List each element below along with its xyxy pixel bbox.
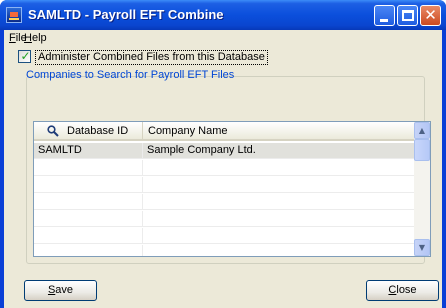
scroll-up-button[interactable]: ▲ xyxy=(414,122,430,139)
payroll-app-icon[interactable] xyxy=(6,7,22,23)
cell-database-id[interactable] xyxy=(34,211,143,227)
grid-vertical-scrollbar[interactable]: ▲ ▼ xyxy=(414,122,430,256)
cell-company-name[interactable] xyxy=(143,177,414,193)
table-row[interactable]: SAMLTD Sample Company Ltd. xyxy=(34,143,414,159)
maximize-button[interactable] xyxy=(397,5,418,26)
administer-checkbox-label[interactable]: Administer Combined Files from this Data… xyxy=(35,50,268,65)
table-row[interactable] xyxy=(34,194,414,210)
cell-database-id[interactable]: SAMLTD xyxy=(34,143,143,159)
minimize-button[interactable] xyxy=(374,5,395,26)
maximize-icon xyxy=(402,10,414,21)
cell-database-id[interactable] xyxy=(34,177,143,193)
grid-header: Database ID Company Name xyxy=(34,122,414,141)
companies-grid[interactable]: Database ID Company Name SAMLTD Sample C… xyxy=(33,121,431,257)
table-row[interactable] xyxy=(34,160,414,176)
scroll-down-button[interactable]: ▼ xyxy=(414,239,430,256)
cell-company-name[interactable] xyxy=(143,211,414,227)
menu-bar: File Help xyxy=(4,30,442,49)
column-header-company-name[interactable]: Company Name xyxy=(143,122,414,141)
cell-company-name[interactable] xyxy=(143,194,414,210)
column-label-database-id: Database ID xyxy=(67,125,129,137)
close-window-button[interactable]: ✕ xyxy=(420,5,441,26)
checkmark-icon: ✓ xyxy=(20,49,31,63)
cell-company-name[interactable] xyxy=(143,228,414,244)
app-window: SAMLTD - Payroll EFT Combine ✕ File Help… xyxy=(0,0,446,308)
title-bar[interactable]: SAMLTD - Payroll EFT Combine ✕ xyxy=(0,0,446,30)
scroll-thumb[interactable] xyxy=(414,139,430,161)
window-title: SAMLTD - Payroll EFT Combine xyxy=(28,7,224,22)
cell-database-id[interactable] xyxy=(34,228,143,244)
column-label-company-name: Company Name xyxy=(148,125,228,137)
cell-database-id[interactable] xyxy=(34,160,143,176)
companies-group-label: Companies to Search for Payroll EFT File… xyxy=(26,69,235,81)
chevron-up-icon: ▲ xyxy=(418,126,426,135)
table-row[interactable] xyxy=(34,211,414,227)
minimize-icon xyxy=(380,19,388,22)
table-row[interactable] xyxy=(34,177,414,193)
cell-database-id[interactable] xyxy=(34,194,143,210)
save-button[interactable]: Save xyxy=(24,280,97,301)
cell-company-name[interactable]: Sample Company Ltd. xyxy=(143,143,414,159)
column-header-database-id[interactable]: Database ID xyxy=(34,122,143,141)
close-button[interactable]: Close xyxy=(366,280,439,301)
cell-company-name[interactable] xyxy=(143,160,414,176)
search-icon[interactable] xyxy=(47,125,59,137)
chevron-down-icon: ▼ xyxy=(418,243,426,252)
cell-database-id[interactable] xyxy=(34,245,143,256)
cell-company-name[interactable] xyxy=(143,245,414,256)
table-row[interactable] xyxy=(34,228,414,244)
menu-help[interactable]: Help xyxy=(22,32,49,44)
table-row[interactable] xyxy=(34,245,414,256)
close-icon: ✕ xyxy=(424,6,437,24)
administer-checkbox[interactable]: ✓ xyxy=(18,49,31,63)
